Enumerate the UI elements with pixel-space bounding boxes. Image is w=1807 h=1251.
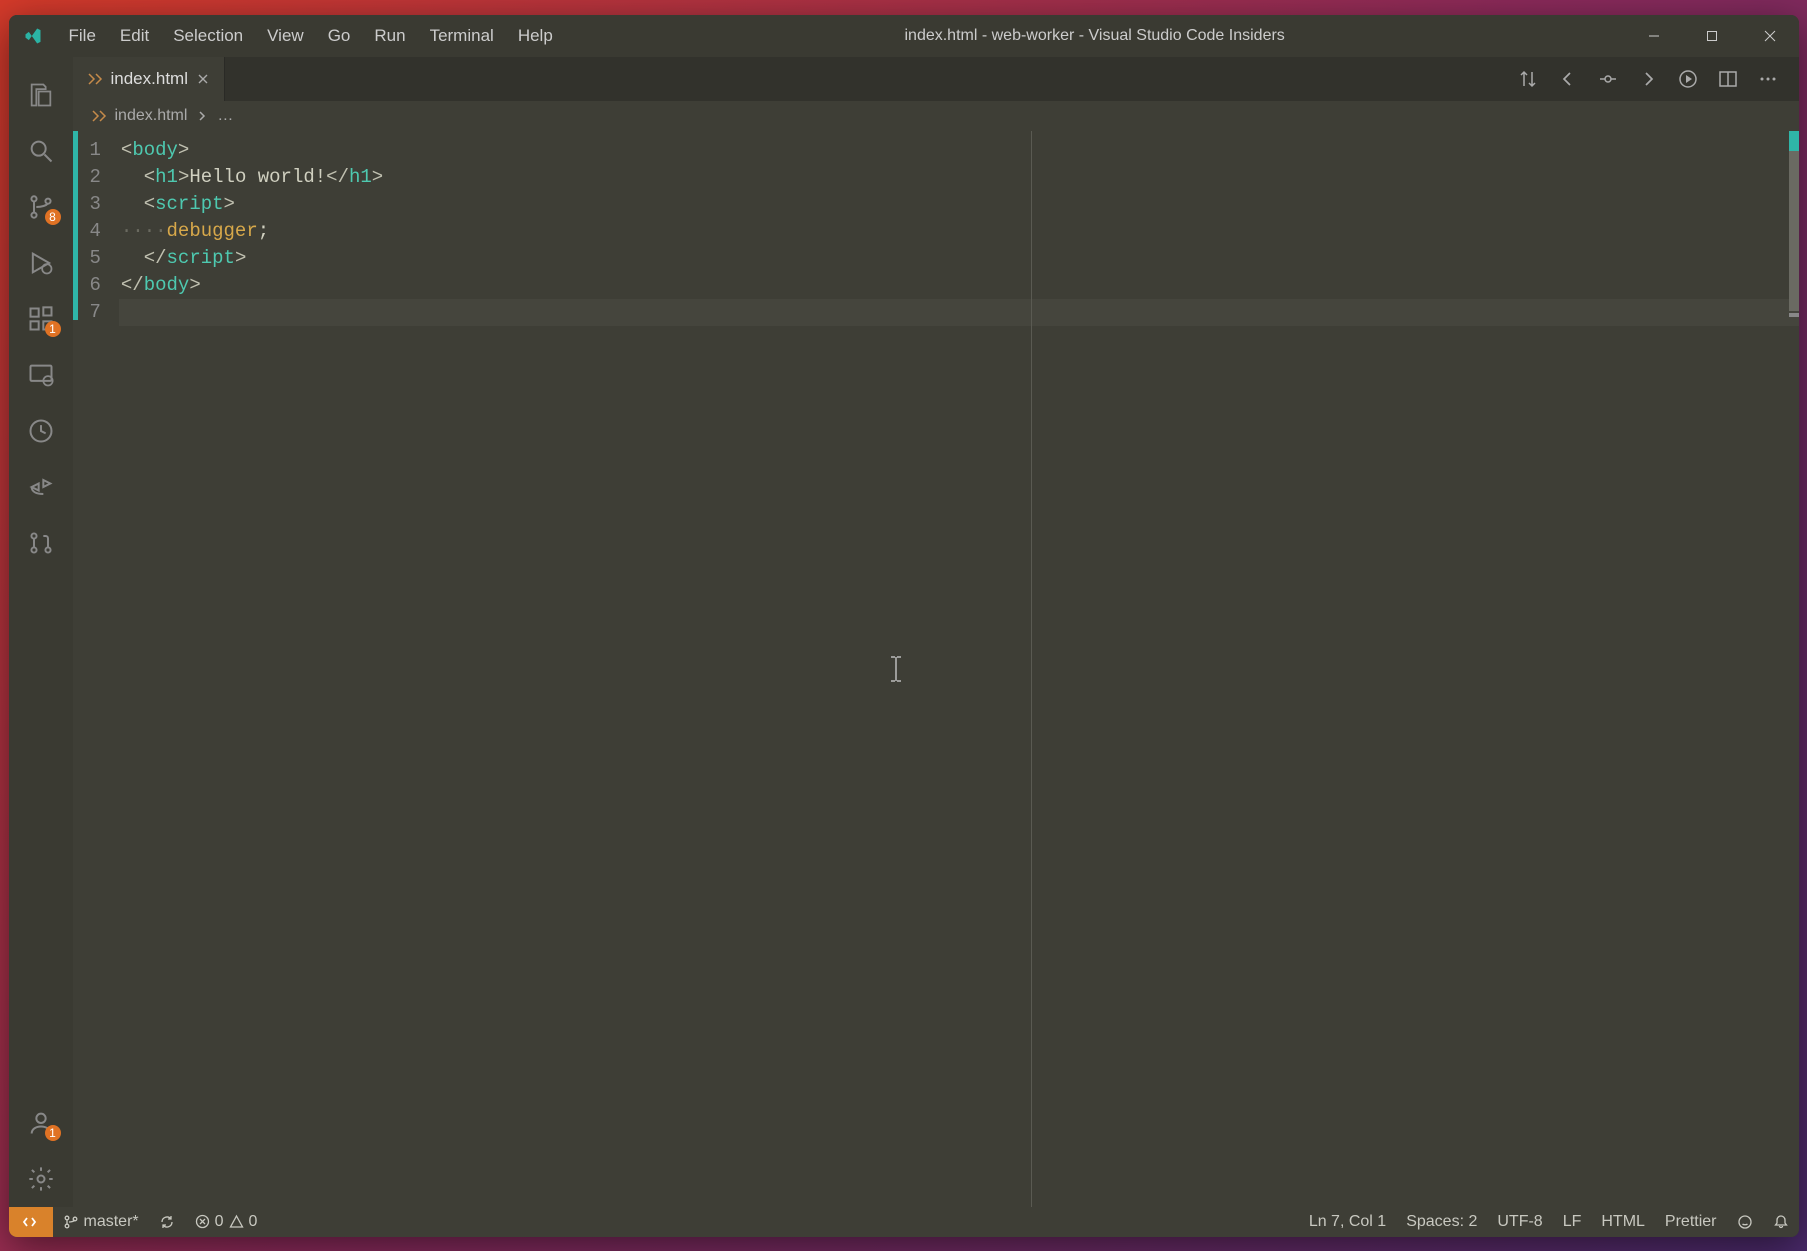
problems-button[interactable]: 0 0 xyxy=(185,1207,268,1237)
menu-bar: File Edit Selection View Go Run Terminal… xyxy=(57,15,565,57)
tab-close-icon[interactable] xyxy=(196,72,210,86)
compare-changes-icon[interactable] xyxy=(1513,64,1543,94)
language-mode[interactable]: HTML xyxy=(1591,1207,1655,1237)
warning-count: 0 xyxy=(249,1213,258,1231)
html-file-icon xyxy=(91,108,107,124)
git-branch[interactable]: master* xyxy=(53,1207,149,1237)
titlebar: File Edit Selection View Go Run Terminal… xyxy=(9,15,1799,57)
window-title: index.html - web-worker - Visual Studio … xyxy=(565,27,1625,45)
menu-selection[interactable]: Selection xyxy=(161,15,255,57)
html-file-icon xyxy=(87,71,103,87)
menu-go[interactable]: Go xyxy=(316,15,363,57)
text-cursor-ibeam-icon xyxy=(889,655,903,683)
go-forward-icon[interactable] xyxy=(1633,64,1663,94)
cursor-position[interactable]: Ln 7, Col 1 xyxy=(1299,1207,1396,1237)
encoding[interactable]: UTF-8 xyxy=(1487,1207,1552,1237)
status-bar: master* 0 0 Ln 7, Col 1 Spaces: 2 UTF-8 … xyxy=(9,1207,1799,1237)
run-icon[interactable] xyxy=(1673,64,1703,94)
sync-button[interactable] xyxy=(149,1207,185,1237)
tab-label: index.html xyxy=(111,69,188,89)
explorer-button[interactable] xyxy=(9,67,73,123)
breadcrumb[interactable]: index.html … xyxy=(73,101,1799,131)
minimap-change-marker xyxy=(1789,131,1799,151)
source-control-button[interactable]: 8 xyxy=(9,179,73,235)
prettier-status[interactable]: Prettier xyxy=(1655,1207,1727,1237)
timeline-button[interactable] xyxy=(9,403,73,459)
menu-file[interactable]: File xyxy=(57,15,108,57)
run-debug-button[interactable] xyxy=(9,235,73,291)
commit-icon[interactable] xyxy=(1593,64,1623,94)
menu-run[interactable]: Run xyxy=(362,15,417,57)
breadcrumb-more: … xyxy=(217,107,233,125)
remote-indicator[interactable] xyxy=(9,1207,53,1237)
notifications-icon[interactable] xyxy=(1763,1207,1799,1237)
feedback-icon[interactable] xyxy=(1727,1207,1763,1237)
editor-area: index.html xyxy=(73,57,1799,1207)
chevron-right-icon xyxy=(195,109,209,123)
more-actions-icon[interactable] xyxy=(1753,64,1783,94)
accounts-button[interactable]: 1 xyxy=(9,1095,73,1151)
pull-requests-button[interactable] xyxy=(9,515,73,571)
breadcrumb-file: index.html xyxy=(115,107,188,125)
menu-edit[interactable]: Edit xyxy=(108,15,161,57)
accounts-badge: 1 xyxy=(45,1125,61,1141)
minimize-button[interactable] xyxy=(1625,15,1683,57)
minimap-scrollbar[interactable] xyxy=(1789,131,1799,311)
menu-view[interactable]: View xyxy=(255,15,316,57)
vscode-logo-icon xyxy=(9,26,57,46)
main-area: 8 1 1 xyxy=(9,57,1799,1207)
tab-bar: index.html xyxy=(73,57,1799,101)
tab-index-html[interactable]: index.html xyxy=(73,57,225,101)
indentation[interactable]: Spaces: 2 xyxy=(1396,1207,1487,1237)
branch-name: master* xyxy=(84,1213,139,1231)
menu-help[interactable]: Help xyxy=(506,15,565,57)
scm-badge: 8 xyxy=(45,209,61,225)
eol[interactable]: LF xyxy=(1553,1207,1592,1237)
editor-actions xyxy=(1513,57,1799,101)
window-controls xyxy=(1625,15,1799,57)
ruler-line xyxy=(1031,131,1032,1207)
extensions-badge: 1 xyxy=(45,321,61,337)
code-editor[interactable]: 1 2 3 4 5 6 7 <body> <h1>Hello world!</h… xyxy=(73,131,1799,1207)
code-content[interactable]: <body> <h1>Hello world!</h1> <script> ··… xyxy=(119,131,1799,1207)
close-button[interactable] xyxy=(1741,15,1799,57)
search-button[interactable] xyxy=(9,123,73,179)
line-numbers: 1 2 3 4 5 6 7 xyxy=(78,131,119,1207)
activity-bar: 8 1 1 xyxy=(9,57,73,1207)
menu-terminal[interactable]: Terminal xyxy=(418,15,506,57)
split-editor-icon[interactable] xyxy=(1713,64,1743,94)
extensions-button[interactable]: 1 xyxy=(9,291,73,347)
app-window: File Edit Selection View Go Run Terminal… xyxy=(9,15,1799,1237)
error-count: 0 xyxy=(215,1213,224,1231)
maximize-button[interactable] xyxy=(1683,15,1741,57)
remote-explorer-button[interactable] xyxy=(9,347,73,403)
minimap-overview-marker xyxy=(1789,313,1799,317)
go-back-icon[interactable] xyxy=(1553,64,1583,94)
liveshare-button[interactable] xyxy=(9,459,73,515)
settings-button[interactable] xyxy=(9,1151,73,1207)
